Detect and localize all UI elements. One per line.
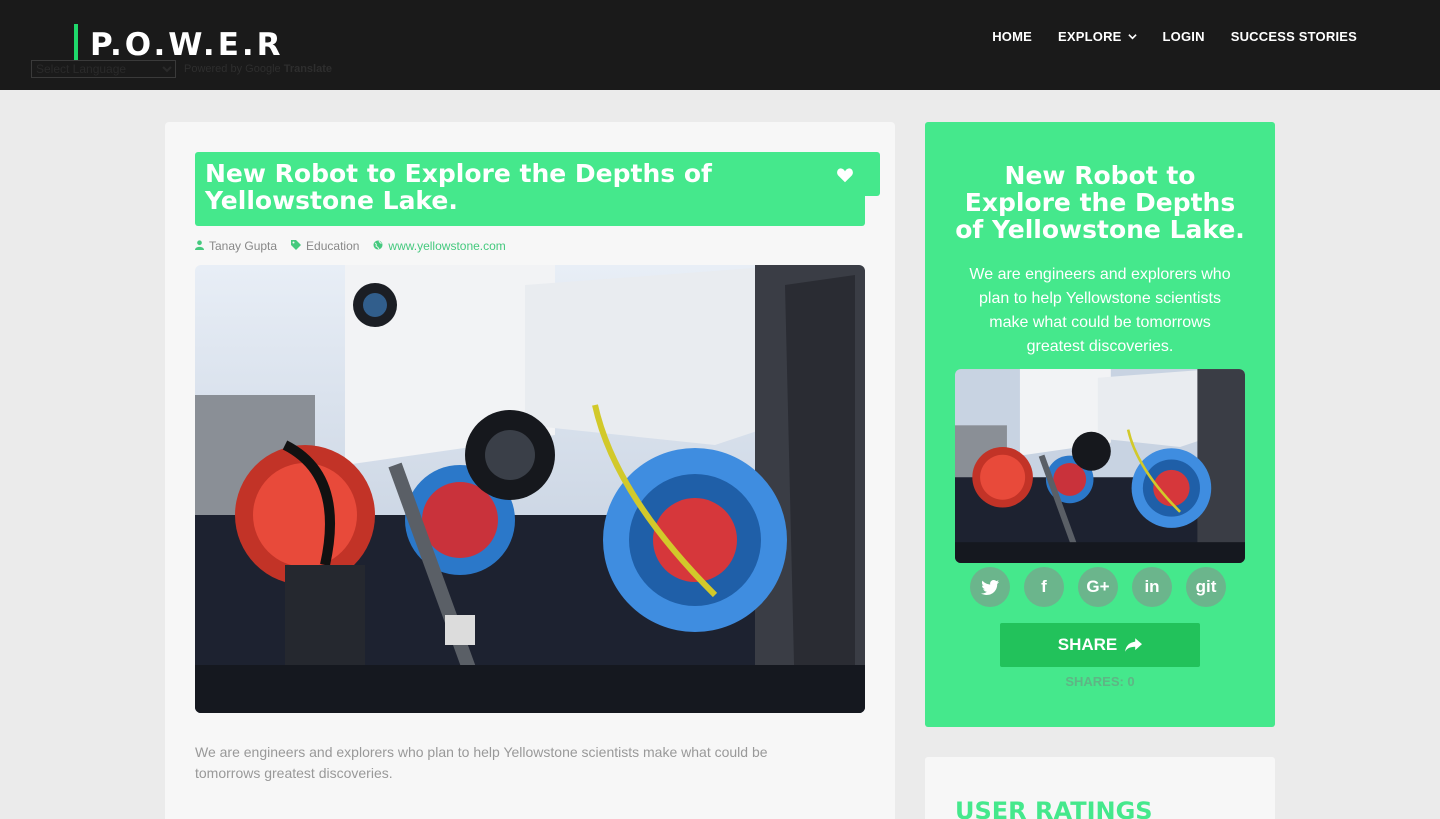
user-ratings-card: USER RATINGS [925,757,1275,819]
article-card: New Robot to Explore the Depths of Yello… [165,122,895,819]
article-title[interactable]: New Robot to Explore the Depths of Yello… [205,160,825,214]
author-meta[interactable]: Tanay Gupta [195,239,277,253]
article-meta: Tanay Gupta Education www.yellowstone.co… [195,239,506,253]
share-button[interactable]: SHARE [1000,623,1200,667]
globe-icon [373,240,383,253]
share-card-description: We are engineers and explorers who plan … [969,266,1231,355]
git-icon[interactable]: git [1186,567,1226,607]
nav-success-stories[interactable]: SUCCESS STORIES [1231,29,1357,44]
nav-explore-label: EXPLORE [1058,29,1122,44]
nav-explore[interactable]: EXPLORE [1058,29,1137,44]
google-plus-icon[interactable]: G+ [1078,567,1118,607]
powered-by-text: Powered by Google Translate [184,63,333,75]
google-translate-widget: Select Language Powered by Google Transl… [31,60,332,78]
tag-icon [291,239,302,253]
website-meta[interactable]: www.yellowstone.com [373,239,506,253]
translate-link[interactable]: Translate [284,63,332,75]
share-card-title: New Robot to Explore the Depths of Yello… [955,161,1245,244]
nav-home[interactable]: HOME [992,29,1032,44]
website-link: www.yellowstone.com [388,239,506,253]
twitter-icon[interactable] [970,567,1010,607]
facebook-icon[interactable]: f [1024,567,1064,607]
linkedin-icon[interactable]: in [1132,567,1172,607]
social-buttons: f G+ in git [970,567,1226,607]
top-navbar: P.O.W.E.R Select Language Powered by Goo… [0,0,1440,90]
share-card: New Robot to Explore the Depths of Yello… [925,122,1275,727]
google-logo: Google [245,63,281,75]
share-card-image [955,369,1245,563]
user-icon [195,239,204,253]
category-meta[interactable]: Education [291,239,359,253]
category-name: Education [306,239,360,253]
share-button-label: SHARE [1057,635,1118,654]
chevron-down-icon [1127,34,1137,40]
heart-icon[interactable] [836,164,854,188]
article-excerpt: We are engineers and explorers who plan … [195,744,768,781]
author-name: Tanay Gupta [209,239,278,253]
share-arrow-icon [1125,638,1143,652]
hero-image [195,265,865,713]
nav-login[interactable]: LOGIN [1163,29,1205,44]
user-ratings-title: USER RATINGS [955,797,1153,819]
language-select[interactable]: Select Language [31,60,176,78]
share-count: SHARES: 0 [1065,674,1135,689]
main-nav: HOME EXPLORE LOGIN SUCCESS STORIES [992,29,1357,44]
